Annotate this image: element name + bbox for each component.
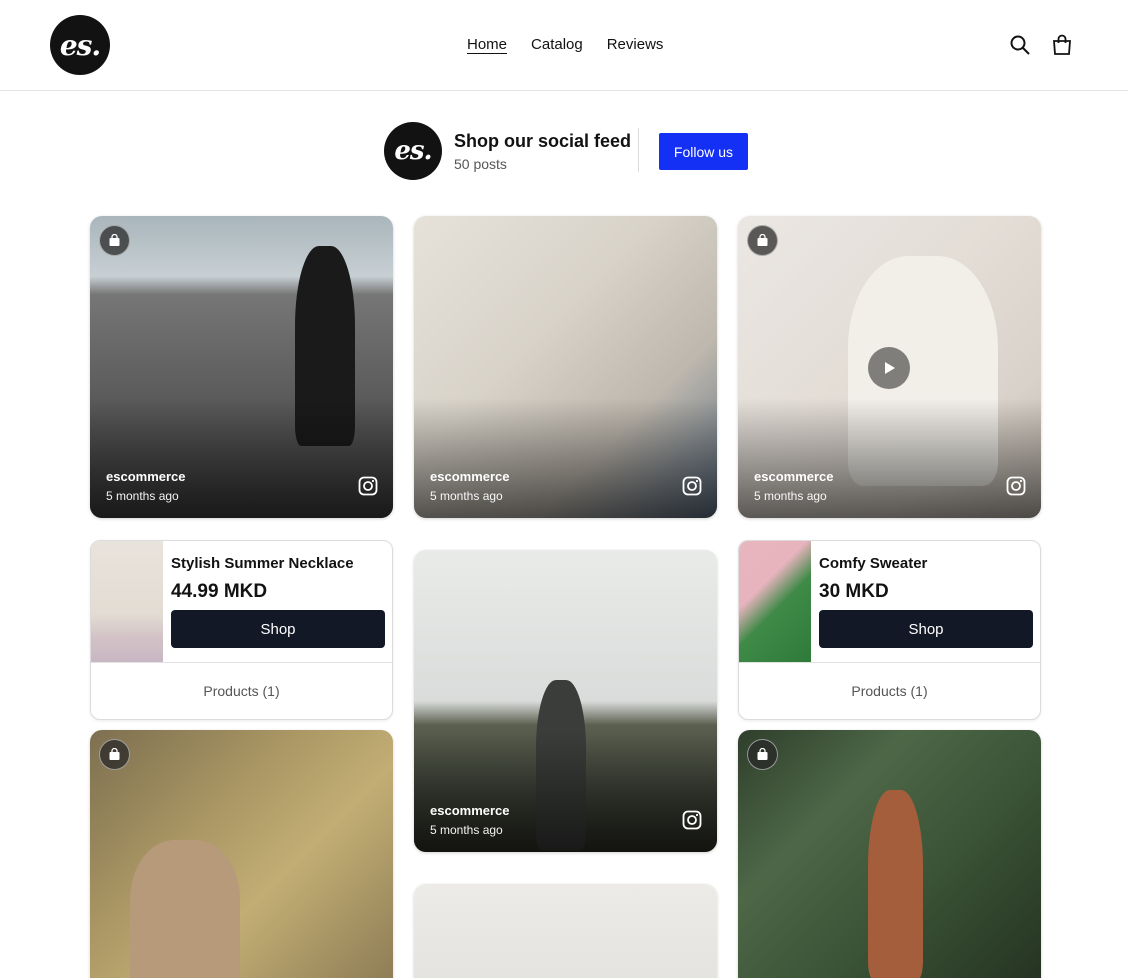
instagram-icon[interactable] — [682, 476, 702, 496]
post-time: 5 months ago — [430, 489, 503, 503]
instagram-icon[interactable] — [682, 810, 702, 830]
post-meta: escommerce 5 months ago — [754, 469, 834, 503]
header-icons — [1009, 34, 1073, 56]
shopping-bag-icon[interactable] — [747, 739, 778, 770]
post-username: escommerce — [430, 803, 510, 818]
post-time: 5 months ago — [106, 489, 179, 503]
instagram-icon[interactable] — [358, 476, 378, 496]
post-figure — [130, 840, 240, 978]
post-card[interactable]: escommerce 5 months ago — [90, 216, 393, 518]
product-card: Stylish Summer Necklace 44.99 MKD Shop P… — [90, 540, 393, 720]
instagram-icon[interactable] — [1006, 476, 1026, 496]
post-meta: escommerce 5 months ago — [106, 469, 186, 503]
post-card[interactable]: escommerce 5 months ago — [738, 216, 1041, 518]
post-username: escommerce — [106, 469, 186, 484]
site-logo[interactable]: es. — [50, 15, 110, 75]
shop-button[interactable]: Shop — [171, 610, 385, 648]
search-icon[interactable] — [1009, 34, 1031, 56]
shop-button[interactable]: Shop — [819, 610, 1033, 648]
post-figure — [868, 790, 923, 978]
product-thumbnail[interactable] — [739, 541, 811, 662]
post-card[interactable]: escommerce 5 months ago — [414, 550, 717, 852]
product-name: Comfy Sweater — [819, 555, 928, 572]
post-time: 5 months ago — [754, 489, 827, 503]
feed-header: es. Shop our social feed 50 posts — [384, 122, 631, 180]
shopping-bag-icon[interactable] — [99, 739, 130, 770]
follow-button[interactable]: Follow us — [659, 133, 748, 170]
shopping-bag-icon[interactable] — [99, 225, 130, 256]
shopping-bag-icon[interactable] — [747, 225, 778, 256]
post-card[interactable] — [738, 730, 1041, 978]
products-count-link[interactable]: Products (1) — [91, 662, 392, 719]
site-header: es. Home Catalog Reviews — [0, 0, 1128, 91]
post-meta: escommerce 5 months ago — [430, 803, 510, 837]
post-card[interactable]: escommerce 5 months ago — [414, 216, 717, 518]
post-time: 5 months ago — [430, 823, 503, 837]
post-username: escommerce — [754, 469, 834, 484]
post-card[interactable] — [90, 730, 393, 978]
main-nav: Home Catalog Reviews — [467, 36, 663, 53]
cart-icon[interactable] — [1051, 34, 1073, 56]
feed-title: Shop our social feed — [454, 130, 632, 151]
product-card: Comfy Sweater 30 MKD Shop Products (1) — [738, 540, 1041, 720]
product-price: 44.99 MKD — [171, 581, 268, 602]
post-username: escommerce — [430, 469, 510, 484]
products-count-link[interactable]: Products (1) — [739, 662, 1040, 719]
nav-reviews[interactable]: Reviews — [607, 36, 664, 53]
nav-home[interactable]: Home — [467, 36, 507, 53]
post-meta: escommerce 5 months ago — [430, 469, 510, 503]
nav-catalog[interactable]: Catalog — [531, 36, 583, 53]
feed-divider — [638, 128, 639, 172]
feed-post-count: 50 posts — [454, 155, 507, 172]
feed-text: Shop our social feed 50 posts — [454, 131, 631, 172]
product-name: Stylish Summer Necklace — [171, 555, 354, 572]
feed-avatar: es. — [384, 122, 442, 180]
product-thumbnail[interactable] — [91, 541, 163, 662]
post-card[interactable] — [414, 884, 717, 978]
product-price: 30 MKD — [819, 581, 889, 602]
play-icon[interactable] — [868, 347, 910, 389]
